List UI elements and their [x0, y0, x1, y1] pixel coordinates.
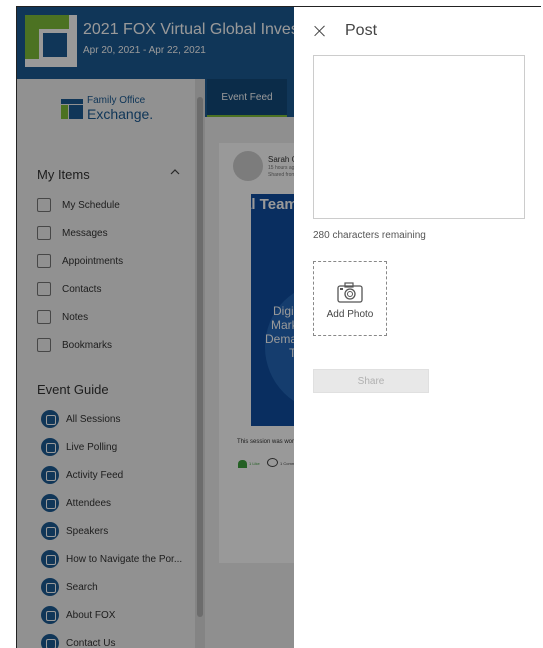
add-photo-button[interactable]: Add Photo	[313, 261, 387, 336]
characters-remaining: 280 characters remaining	[313, 230, 426, 241]
screen-frame: 2021 FOX Virtual Global Inves Apr 20, 20…	[16, 6, 541, 648]
camera-icon	[337, 282, 363, 303]
post-textarea[interactable]	[313, 55, 525, 219]
panel-title: Post	[345, 22, 378, 39]
add-photo-label: Add Photo	[326, 309, 374, 320]
post-panel: Post 280 characters remaining Add Photo …	[294, 7, 541, 648]
close-icon[interactable]	[312, 23, 328, 39]
share-button[interactable]: Share	[313, 369, 429, 393]
